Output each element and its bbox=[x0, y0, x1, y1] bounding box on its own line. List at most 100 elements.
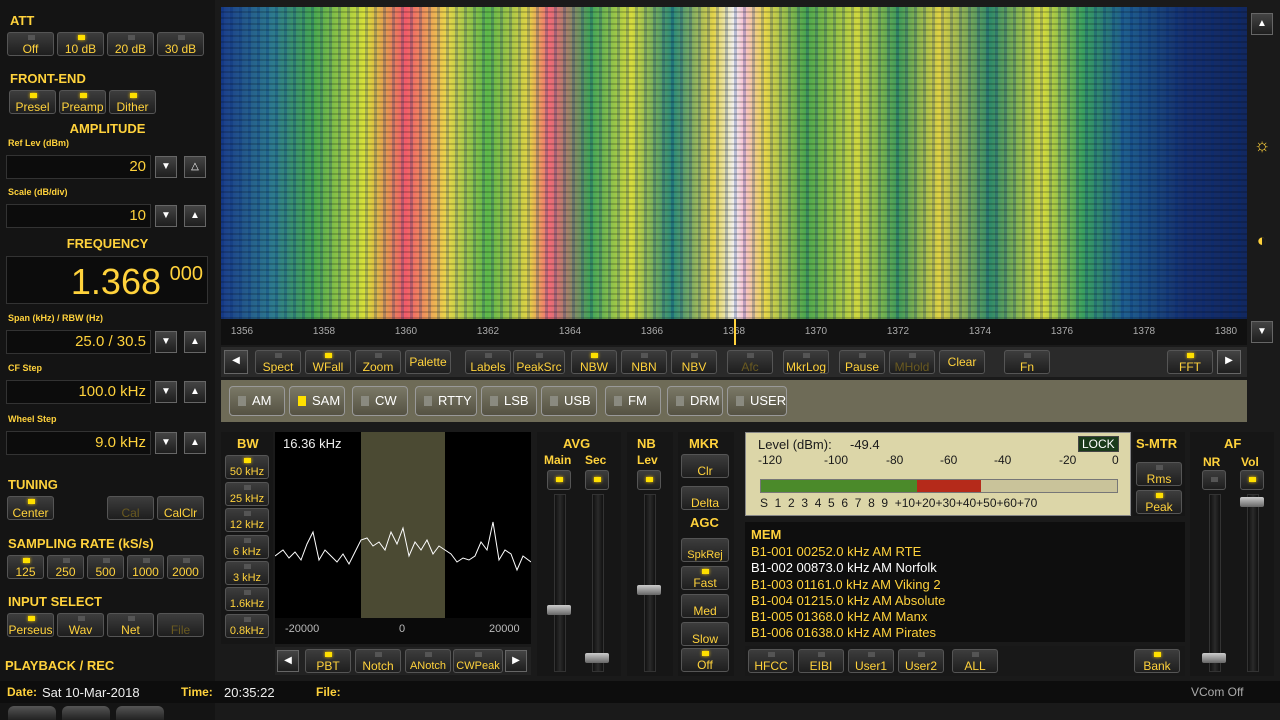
bw-12k-button[interactable]: 12 kHz bbox=[225, 508, 269, 532]
mode-drm-button[interactable]: DRM bbox=[667, 386, 723, 416]
sr-125-button[interactable]: 125 bbox=[7, 555, 44, 579]
notch-button[interactable]: Notch bbox=[355, 649, 401, 673]
scroll-down-icon[interactable]: ▼ bbox=[1251, 321, 1273, 343]
avg-main-slider[interactable] bbox=[547, 494, 571, 672]
sr-500-button[interactable]: 500 bbox=[87, 555, 124, 579]
bw-50k-button[interactable]: 50 kHz bbox=[225, 455, 269, 479]
bw-0k8-button[interactable]: 0.8kHz bbox=[225, 614, 269, 638]
user1-button[interactable]: User1 bbox=[848, 649, 894, 673]
att-10db-button[interactable]: 10 dB bbox=[57, 32, 104, 56]
wheel-down-icon[interactable]: ▼ bbox=[155, 432, 177, 454]
nbw-button[interactable]: NBW bbox=[571, 350, 617, 374]
nr-slider[interactable] bbox=[1202, 494, 1226, 672]
fn-button[interactable]: Fn bbox=[1004, 350, 1050, 374]
agc-fast-button[interactable]: Fast bbox=[681, 566, 729, 590]
mode-cw-button[interactable]: CW bbox=[352, 386, 408, 416]
hfcc-button[interactable]: HFCC bbox=[748, 649, 794, 673]
brightness-icon[interactable]: ☼ bbox=[1251, 135, 1273, 157]
eibi-button[interactable]: EIBI bbox=[798, 649, 844, 673]
net-button[interactable]: Net bbox=[107, 613, 154, 637]
nbn-button[interactable]: NBN bbox=[621, 350, 667, 374]
filter-right-icon[interactable]: ▶ bbox=[505, 650, 527, 672]
filter-spectrum[interactable]: 16.36 kHz -20000 0 20000 bbox=[275, 432, 531, 644]
span-up-icon[interactable]: ▲ bbox=[184, 331, 206, 353]
zoom-button[interactable]: Zoom bbox=[355, 350, 401, 374]
mode-user-button[interactable]: USER bbox=[727, 386, 787, 416]
scroll-up-icon[interactable]: ▲ bbox=[1251, 13, 1273, 35]
filter-left-icon[interactable]: ◀ bbox=[277, 650, 299, 672]
avg-main-toggle[interactable] bbox=[547, 470, 571, 490]
wheel-field[interactable]: 9.0 kHz bbox=[6, 431, 151, 455]
palette-button[interactable]: Palette bbox=[405, 350, 451, 374]
toolbar-left-icon[interactable]: ◀ bbox=[224, 350, 248, 374]
presel-button[interactable]: Presel bbox=[9, 90, 56, 114]
bw-3k-button[interactable]: 3 kHz bbox=[225, 561, 269, 585]
slider-thumb[interactable] bbox=[1240, 497, 1264, 507]
toolbar-right-icon[interactable]: ▶ bbox=[1217, 350, 1241, 374]
spect-button[interactable]: Spect bbox=[255, 350, 301, 374]
cfstep-up-icon[interactable]: ▲ bbox=[184, 381, 206, 403]
tuning-marker[interactable] bbox=[734, 319, 736, 345]
sr-250-button[interactable]: 250 bbox=[47, 555, 84, 579]
agc-off-button[interactable]: Off bbox=[681, 648, 729, 672]
ref-lev-field[interactable]: 20 bbox=[6, 155, 151, 179]
afc-button[interactable]: Afc bbox=[727, 350, 773, 374]
ref-lev-down-icon[interactable]: ▼ bbox=[155, 156, 177, 178]
pbt-button[interactable]: PBT bbox=[305, 649, 351, 673]
mem-item[interactable]: B1-006 01638.0 kHz AM Pirates bbox=[751, 625, 936, 640]
att-off-button[interactable]: Off bbox=[7, 32, 54, 56]
mkr-delta-button[interactable]: Delta bbox=[681, 486, 729, 510]
clear-button[interactable]: Clear bbox=[939, 350, 985, 374]
transport-record-button[interactable] bbox=[116, 706, 164, 720]
cfstep-field[interactable]: 100.0 kHz bbox=[6, 380, 151, 404]
vol-slider[interactable] bbox=[1240, 494, 1264, 672]
sr-2000-button[interactable]: 2000 bbox=[167, 555, 204, 579]
agc-spkrej-button[interactable]: SpkRej bbox=[681, 538, 729, 562]
mem-item[interactable]: B1-002 00873.0 kHz AM Norfolk bbox=[751, 560, 937, 575]
sr-1000-button[interactable]: 1000 bbox=[127, 555, 164, 579]
mode-lsb-button[interactable]: LSB bbox=[481, 386, 537, 416]
calclr-button[interactable]: CalClr bbox=[157, 496, 204, 520]
agc-slow-button[interactable]: Slow bbox=[681, 622, 729, 646]
fft-button[interactable]: FFT bbox=[1167, 350, 1213, 374]
bank-button[interactable]: Bank bbox=[1134, 649, 1180, 673]
labels-button[interactable]: Labels bbox=[465, 350, 511, 374]
mode-rtty-button[interactable]: RTTY bbox=[415, 386, 477, 416]
perseus-button[interactable]: Perseus bbox=[7, 613, 54, 637]
scale-up-icon[interactable]: ▲ bbox=[184, 205, 206, 227]
bw-6k-button[interactable]: 6 kHz bbox=[225, 535, 269, 559]
wfall-button[interactable]: WFall bbox=[305, 350, 351, 374]
center-button[interactable]: Center bbox=[7, 496, 54, 520]
mode-usb-button[interactable]: USB bbox=[541, 386, 597, 416]
nb-toggle[interactable] bbox=[637, 470, 661, 490]
dither-button[interactable]: Dither bbox=[109, 90, 156, 114]
att-20db-button[interactable]: 20 dB bbox=[107, 32, 154, 56]
slider-thumb[interactable] bbox=[637, 585, 661, 595]
scale-down-icon[interactable]: ▼ bbox=[155, 205, 177, 227]
preamp-button[interactable]: Preamp bbox=[59, 90, 106, 114]
att-30db-button[interactable]: 30 dB bbox=[157, 32, 204, 56]
avg-sec-toggle[interactable] bbox=[585, 470, 609, 490]
mhold-button[interactable]: MHold bbox=[889, 350, 935, 374]
slider-thumb[interactable] bbox=[1202, 653, 1226, 663]
slider-thumb[interactable] bbox=[547, 605, 571, 615]
mode-am-button[interactable]: AM bbox=[229, 386, 285, 416]
mkr-clr-button[interactable]: Clr bbox=[681, 454, 729, 478]
waterfall-scrollbar[interactable]: ▲ ☼ ◐ ▼ bbox=[1250, 7, 1274, 347]
transport-play-button[interactable] bbox=[62, 706, 110, 720]
mem-item[interactable]: B1-005 01368.0 kHz AM Manx bbox=[751, 609, 927, 624]
transport-stop-button[interactable] bbox=[8, 706, 56, 720]
mem-item[interactable]: B1-003 01161.0 kHz AM Viking 2 bbox=[751, 577, 941, 592]
mem-item[interactable]: B1-001 00252.0 kHz AM RTE bbox=[751, 544, 921, 559]
wheel-up-icon[interactable]: ▲ bbox=[184, 432, 206, 454]
vol-toggle[interactable] bbox=[1240, 470, 1264, 490]
frequency-display[interactable]: 1.368 000 bbox=[6, 256, 208, 304]
scale-field[interactable]: 10 bbox=[6, 204, 151, 228]
agc-med-button[interactable]: Med bbox=[681, 594, 729, 618]
cfstep-down-icon[interactable]: ▼ bbox=[155, 381, 177, 403]
peaksrc-button[interactable]: PeakSrc bbox=[513, 350, 565, 374]
anotch-button[interactable]: ANotch bbox=[405, 649, 451, 673]
span-down-icon[interactable]: ▼ bbox=[155, 331, 177, 353]
cwpeak-button[interactable]: CWPeak bbox=[453, 649, 503, 673]
ref-lev-up-icon[interactable]: △ bbox=[184, 156, 206, 178]
